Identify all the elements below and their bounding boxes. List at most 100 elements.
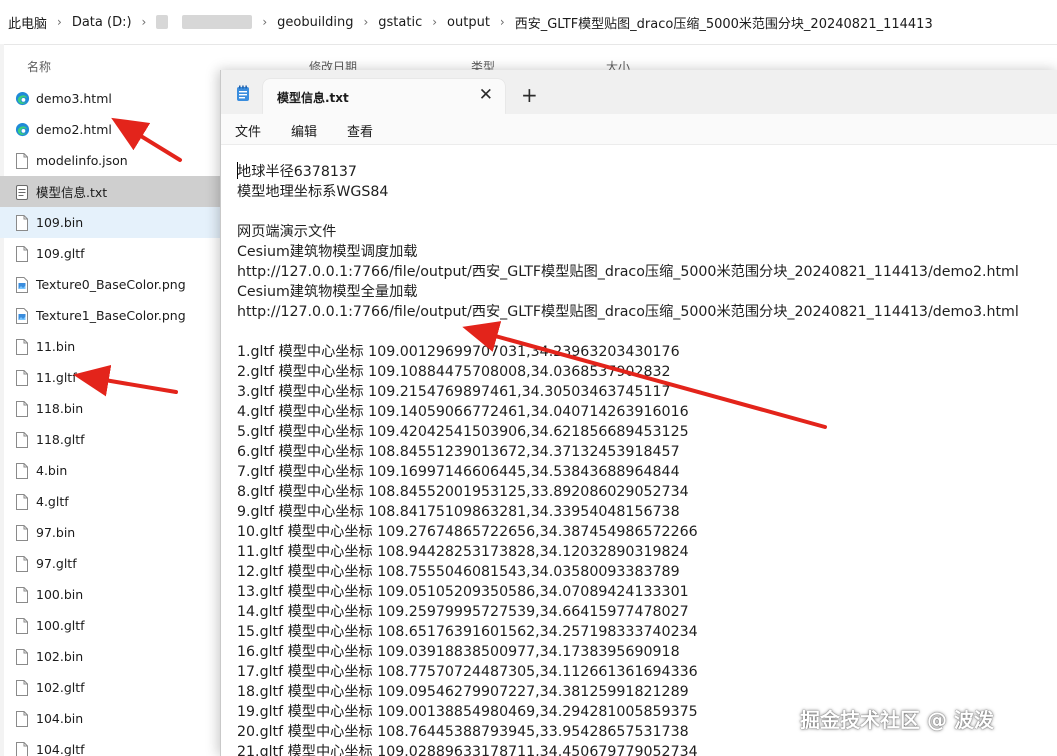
new-tab-button[interactable]: + (521, 83, 538, 107)
file-name: Texture1_BaseColor.png (36, 308, 186, 323)
notepad-icon (235, 85, 251, 106)
chevron-right-icon: › (499, 15, 505, 29)
text-line: http://127.0.0.1:7766/file/output/西安_GLT… (237, 304, 1019, 320)
file-row[interactable]: 97.gltf (0, 548, 220, 579)
text-line: 16.gltf 模型中心坐标 109.03918838500977,34.173… (237, 644, 680, 660)
breadcrumb: 此电脑 › Data (D:) › › geobuilding › gstati… (0, 0, 1057, 45)
text-line: 11.gltf 模型中心坐标 108.94428253173828,34.120… (237, 544, 689, 560)
file-icon (14, 679, 30, 696)
file-row[interactable]: Texture0_BaseColor.png (0, 269, 220, 300)
breadcrumb-item-current-folder[interactable]: 西安_GLTF模型贴图_draco压缩_5000米范围分块_20240821_1… (515, 13, 933, 32)
file-icon (14, 741, 30, 756)
file-row[interactable]: Texture1_BaseColor.png (0, 300, 220, 331)
file-row[interactable]: demo2.html (0, 114, 220, 145)
file-row[interactable]: demo3.html (0, 83, 220, 114)
chevron-right-icon: › (57, 15, 62, 29)
file-row[interactable]: 模型信息.txt (0, 176, 220, 207)
file-name: 11.gltf (36, 370, 77, 385)
chevron-right-icon: › (262, 15, 268, 29)
menu-view[interactable]: 查看 (347, 121, 373, 140)
file-row[interactable]: 118.gltf (0, 424, 220, 455)
file-name: 11.bin (36, 339, 76, 354)
file-icon (14, 338, 30, 355)
notepad-icon (14, 184, 30, 200)
screen: 此电脑 › Data (D:) › › geobuilding › gstati… (0, 0, 1057, 756)
file-row[interactable]: 11.gltf (0, 362, 220, 393)
edge-icon (14, 122, 30, 138)
text-line: 9.gltf 模型中心坐标 108.84175109863281,34.3395… (237, 504, 680, 520)
text-line: Cesium建筑物模型调度加载 (237, 244, 418, 260)
file-row[interactable]: modelinfo.json (0, 145, 220, 176)
text-line: 2.gltf 模型中心坐标 109.10884475708008,34.0368… (237, 364, 671, 380)
file-icon (14, 431, 30, 448)
file-row[interactable]: 102.bin (0, 641, 220, 672)
tab-model-info[interactable]: 模型信息.txt ✕ (263, 79, 505, 114)
file-name: 102.gltf (36, 680, 85, 695)
menu-file[interactable]: 文件 (235, 121, 261, 140)
file-name: 109.gltf (36, 246, 85, 261)
notepad-window: 模型信息.txt ✕ + 文件 编辑 查看 地球半径6378137 模型地理坐标系… (220, 70, 1057, 756)
file-row[interactable]: 104.bin (0, 703, 220, 734)
file-icon (14, 617, 30, 634)
text-line: 7.gltf 模型中心坐标 109.16997146606445,34.5384… (237, 464, 680, 480)
file-icon (14, 710, 30, 727)
file-row[interactable]: 4.bin (0, 455, 220, 486)
text-line: http://127.0.0.1:7766/file/output/西安_GLT… (237, 264, 1019, 280)
file-name: 97.bin (36, 525, 76, 540)
file-name: 118.bin (36, 401, 84, 416)
file-row[interactable]: 100.gltf (0, 610, 220, 641)
redacted-segment (156, 15, 169, 29)
text-line: 13.gltf 模型中心坐标 109.05105209350586,34.070… (237, 584, 689, 600)
file-row[interactable]: 109.bin (0, 207, 220, 238)
text-line: 12.gltf 模型中心坐标 108.7555046081543,34.0358… (237, 564, 680, 580)
redacted-segment (182, 15, 253, 29)
file-icon (14, 400, 30, 417)
file-row[interactable]: 104.gltf (0, 734, 220, 756)
file-name: 102.bin (36, 649, 84, 664)
breadcrumb-item-drive[interactable]: Data (D:) (72, 15, 132, 30)
file-name: 109.bin (36, 215, 84, 230)
file-icon (14, 586, 30, 603)
menu-edit[interactable]: 编辑 (291, 121, 317, 140)
file-icon (14, 555, 30, 572)
file-name: 97.gltf (36, 556, 77, 571)
breadcrumb-item-output[interactable]: output (447, 15, 490, 30)
file-icon (14, 245, 30, 262)
text-line: 3.gltf 模型中心坐标 109.2154769897461,34.30503… (237, 384, 671, 400)
file-name: 4.gltf (36, 494, 69, 509)
file-icon (14, 493, 30, 510)
breadcrumb-item-gstatic[interactable]: gstatic (378, 15, 422, 30)
file-icon (14, 214, 30, 231)
breadcrumb-item-geobuilding[interactable]: geobuilding (277, 15, 353, 30)
file-row[interactable]: 97.bin (0, 517, 220, 548)
file-name: demo3.html (36, 91, 112, 106)
tab-title: 模型信息.txt (277, 91, 349, 105)
file-row[interactable]: 118.bin (0, 393, 220, 424)
text-line: 地球半径6378137 (237, 162, 1052, 182)
notepad-menubar: 文件 编辑 查看 (221, 114, 1057, 145)
column-header-name[interactable]: 名称 (27, 58, 51, 75)
file-name: modelinfo.json (36, 153, 128, 168)
file-row[interactable]: 4.gltf (0, 486, 220, 517)
file-name: Texture0_BaseColor.png (36, 277, 186, 292)
file-icon (14, 648, 30, 665)
chevron-right-icon: › (363, 15, 369, 29)
notepad-titlebar[interactable]: 模型信息.txt ✕ + (221, 70, 1057, 114)
text-line (237, 202, 1052, 222)
file-icon (14, 152, 30, 169)
file-row[interactable]: 102.gltf (0, 672, 220, 703)
file-icon (14, 462, 30, 479)
file-row[interactable]: 109.gltf (0, 238, 220, 269)
file-row[interactable]: 100.bin (0, 579, 220, 610)
text-line: 1.gltf 模型中心坐标 109.00129699707031,34.2396… (237, 344, 680, 360)
notepad-text-area[interactable]: 地球半径6378137 模型地理坐标系WGS84 网页端演示文件 Cesium建筑物模… (237, 162, 1052, 756)
file-row[interactable]: 11.bin (0, 331, 220, 362)
text-line: 4.gltf 模型中心坐标 109.14059066772461,34.0407… (237, 404, 689, 420)
chevron-right-icon: › (141, 15, 147, 29)
text-line: 17.gltf 模型中心坐标 108.77570724487305,34.112… (237, 664, 698, 680)
file-icon (14, 524, 30, 541)
breadcrumb-item-this-pc[interactable]: 此电脑 (8, 13, 47, 32)
image-icon (14, 307, 30, 324)
file-name: demo2.html (36, 122, 112, 137)
close-tab-icon[interactable]: ✕ (479, 85, 493, 105)
